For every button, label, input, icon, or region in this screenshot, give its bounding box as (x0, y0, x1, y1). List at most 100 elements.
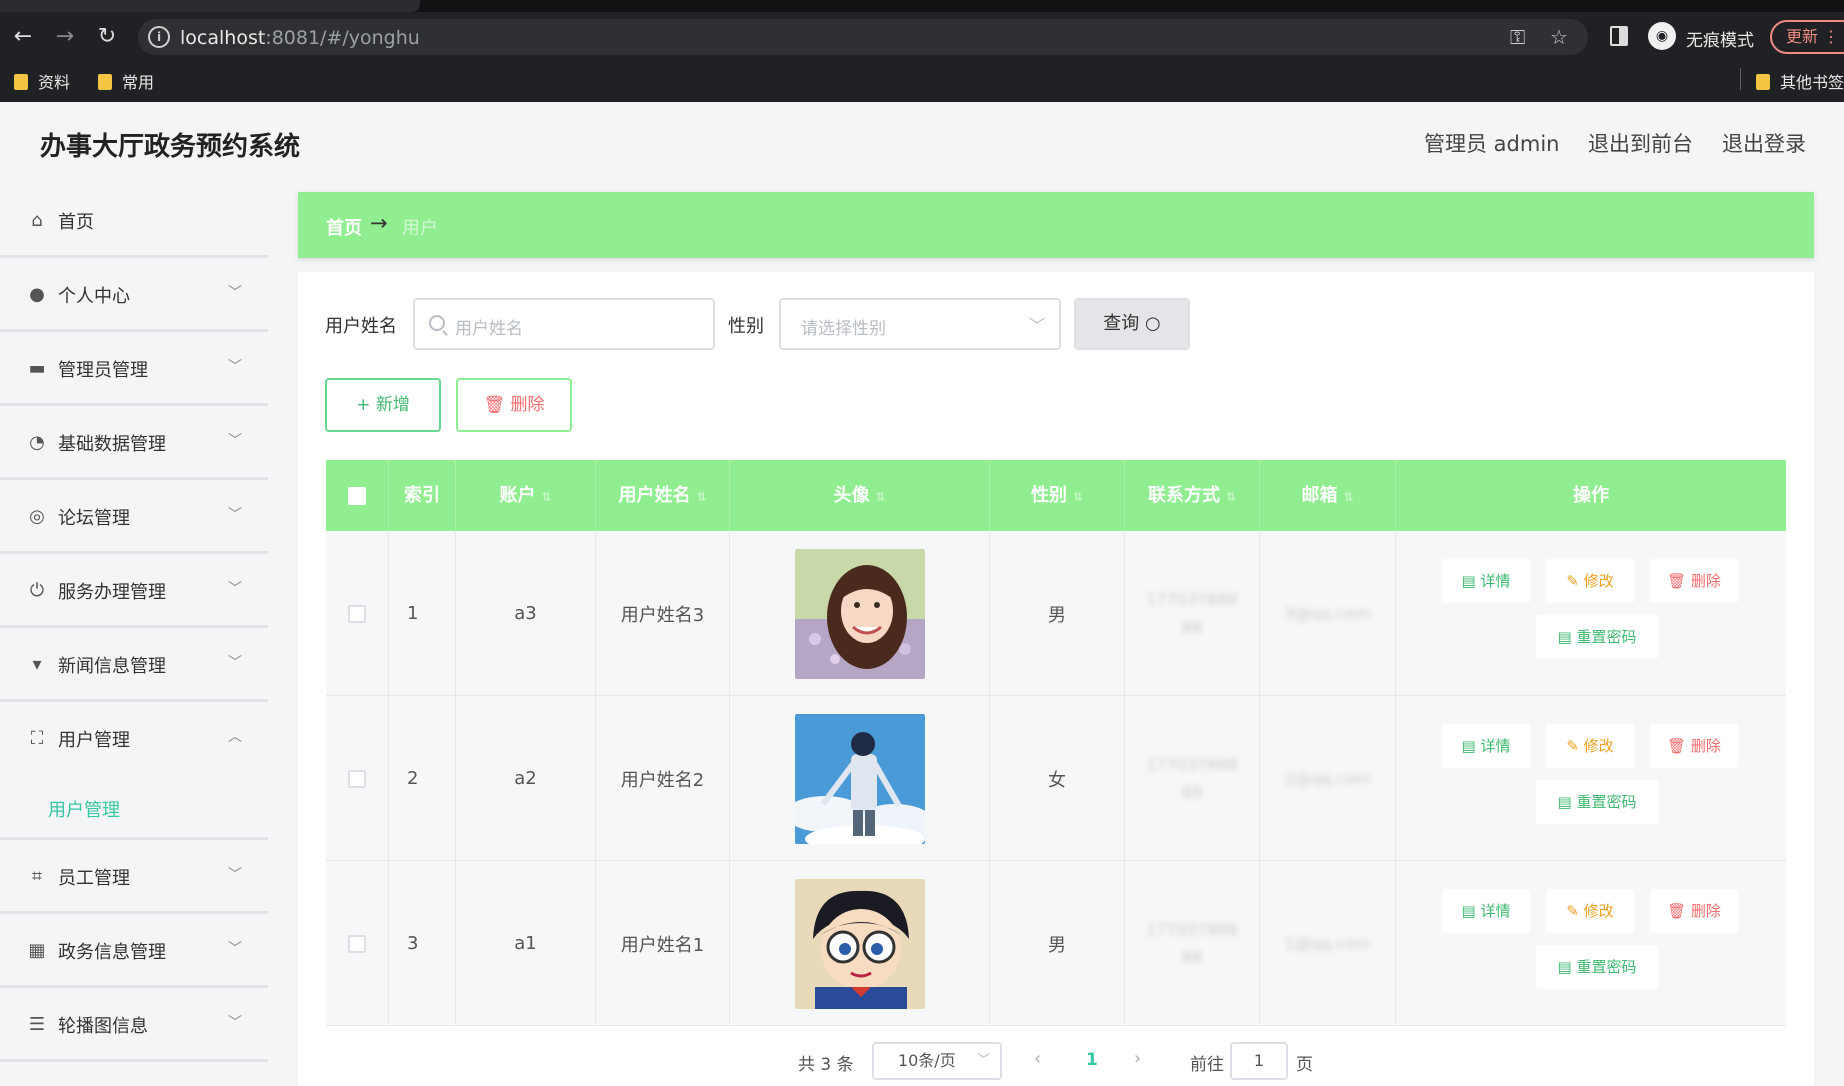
delete-button[interactable]: 🗑 删除 (456, 378, 572, 432)
avatar-image-boy-sky[interactable] (794, 713, 925, 844)
forward-icon[interactable]: → (52, 24, 78, 50)
name-cell: 用户姓名3 (596, 531, 730, 696)
sidebar-item-home[interactable]: ⌂ 首页 (0, 184, 268, 258)
update-button[interactable]: 更新 ⋮ (1770, 20, 1844, 54)
other-bookmarks[interactable]: 其他书签 (1756, 69, 1844, 93)
incognito-icon[interactable]: ◉ (1648, 22, 1676, 50)
email-cell: 2@qq.com (1260, 696, 1396, 861)
sidebar-item-users[interactable]: ⛶ 用户管理 ︿ (0, 702, 268, 776)
logout-link[interactable]: 退出登录 (1722, 128, 1806, 158)
side-panel-icon[interactable] (1610, 26, 1628, 46)
edit-button[interactable]: ✎ 修改 (1546, 559, 1634, 603)
sidebar-item-carousel[interactable]: ☰ 轮播图信息 ﹀ (0, 988, 268, 1062)
back-icon[interactable]: ← (10, 24, 36, 50)
add-button[interactable]: + 新增 (325, 378, 441, 432)
page-number-current[interactable]: 1 (1086, 1050, 1098, 1070)
avatar-image-girl[interactable] (794, 548, 925, 679)
row-delete-button[interactable]: 🗑 删除 (1650, 724, 1738, 768)
sidebar-item-label: 政务信息管理 (58, 942, 166, 963)
address-bar[interactable]: i localhost:8081/#/yonghu ⚿ ☆ (138, 19, 1588, 55)
select-all-checkbox[interactable] (348, 487, 366, 505)
chevron-down-icon: ﹀ (1028, 316, 1045, 335)
sidebar-item-personal[interactable]: ● 个人中心 ﹀ (0, 258, 268, 332)
sidebar-item-label: 员工管理 (58, 868, 130, 889)
actions-cell: ▤ 详情 ✎ 修改 🗑 删除 ▤ 重置密码 (1396, 696, 1786, 861)
row-checkbox[interactable] (348, 769, 366, 788)
reset-password-button[interactable]: ▤ 重置密码 (1536, 945, 1658, 989)
breadcrumb-current: 用户 (402, 218, 438, 239)
col-index[interactable]: 索引 (389, 460, 456, 531)
sort-icon[interactable]: ⇅ (1073, 490, 1083, 504)
account-cell: a2 (456, 696, 596, 861)
query-button[interactable]: 查询 ○ (1074, 298, 1190, 350)
row-delete-button[interactable]: 🗑 删除 (1650, 559, 1738, 603)
sidebar-item-services[interactable]: ⏻ 服务办理管理 ﹀ (0, 554, 268, 628)
row-checkbox[interactable] (348, 604, 366, 623)
pencil-icon: ✎ (1566, 737, 1579, 755)
reset-password-button[interactable]: ▤ 重置密码 (1536, 780, 1658, 824)
folder-icon (1756, 74, 1770, 90)
folder-icon (98, 74, 112, 90)
reset-password-button[interactable]: ▤ 重置密码 (1536, 615, 1658, 659)
sort-icon[interactable]: ⇅ (1226, 490, 1236, 504)
sidebar-item-gov-info[interactable]: ▦ 政务信息管理 ﹀ (0, 914, 268, 988)
reload-icon[interactable]: ↻ (94, 24, 120, 50)
incognito-label: 无痕模式 (1686, 31, 1754, 51)
sort-icon[interactable]: ⇅ (875, 490, 885, 504)
detail-button[interactable]: ▤ 详情 (1442, 724, 1530, 768)
app-title: 办事大厅政务预约系统 (40, 132, 301, 162)
sidebar-item-basic-data[interactable]: ◔ 基础数据管理 ﹀ (0, 406, 268, 480)
power-icon: ⏻ (29, 580, 45, 601)
prev-page-icon[interactable]: ‹ (1034, 1048, 1041, 1069)
index-cell: 2 (389, 696, 456, 861)
col-name[interactable]: 用户姓名 ⇅ (596, 460, 730, 531)
browser-tab[interactable] (0, 0, 420, 12)
col-email[interactable]: 邮箱 ⇅ (1260, 460, 1396, 531)
sort-icon[interactable]: ⇅ (541, 490, 551, 504)
edit-button[interactable]: ✎ 修改 (1546, 724, 1634, 768)
email-value: 2@qq.com (1284, 768, 1371, 788)
edit-button[interactable]: ✎ 修改 (1546, 889, 1634, 933)
next-page-icon[interactable]: › (1134, 1048, 1141, 1069)
submenu-item-user-management[interactable]: 用户管理 (0, 776, 268, 840)
sort-icon[interactable]: ⇅ (1343, 490, 1353, 504)
key-icon[interactable]: ⚿ (1510, 25, 1525, 49)
avatar-image-conan[interactable] (794, 878, 925, 1009)
account-cell: a3 (456, 531, 596, 696)
email-cell: 3@qq.com (1260, 531, 1396, 696)
name-search-input[interactable]: 用户姓名 (413, 298, 715, 350)
sort-icon[interactable]: ⇅ (696, 490, 706, 504)
goto-page-input[interactable]: 1 (1230, 1042, 1288, 1080)
exit-to-front-link[interactable]: 退出到前台 (1588, 128, 1693, 158)
sidebar-item-forum[interactable]: ◎ 论坛管理 ﹀ (0, 480, 268, 554)
url-text[interactable]: localhost:8081/#/yonghu (180, 27, 420, 49)
select-all-cell (326, 460, 389, 531)
row-delete-button[interactable]: 🗑 删除 (1650, 889, 1738, 933)
gender-cell: 女 (990, 696, 1125, 861)
col-account[interactable]: 账户 ⇅ (456, 460, 596, 531)
col-gender[interactable]: 性别 ⇅ (990, 460, 1125, 531)
sidebar-item-admins[interactable]: ▬ 管理员管理 ﹀ (0, 332, 268, 406)
bookmark-folder-1[interactable]: 资料 (14, 69, 70, 93)
submenu-label: 用户管理 (48, 800, 120, 821)
row-checkbox[interactable] (348, 934, 366, 953)
bookmark-star-icon[interactable]: ☆ (1550, 25, 1568, 49)
page-size-select[interactable]: 10条/页 ﹀ (872, 1042, 1002, 1080)
search-icon (429, 315, 445, 331)
sidebar-item-label: 管理员管理 (58, 360, 148, 381)
bookmark-folder-2[interactable]: 常用 (98, 69, 154, 93)
detail-button[interactable]: ▤ 详情 (1442, 559, 1530, 603)
sidebar-item-news[interactable]: ▾ 新闻信息管理 ﹀ (0, 628, 268, 702)
gender-select[interactable]: 请选择性别 ﹀ (779, 298, 1061, 350)
breadcrumb-home[interactable]: 首页 (326, 214, 362, 240)
sidebar-item-staff[interactable]: ⌗ 员工管理 ﹀ (0, 840, 268, 914)
phone-value: 17703788888 (1146, 919, 1238, 967)
col-avatar[interactable]: 头像 ⇅ (730, 460, 990, 531)
col-phone[interactable]: 联系方式 ⇅ (1125, 460, 1260, 531)
trash-icon: 🗑 (483, 395, 506, 415)
input-placeholder: 用户姓名 (455, 319, 523, 339)
site-info-icon[interactable]: i (148, 26, 170, 48)
sidebar: ⌂ 首页 ● 个人中心 ﹀ ▬ 管理员管理 ﹀ ◔ 基础数据管理 ﹀ ◎ 论坛管… (0, 184, 268, 1086)
detail-button[interactable]: ▤ 详情 (1442, 889, 1530, 933)
chevron-down-icon: ﹀ (228, 433, 242, 449)
